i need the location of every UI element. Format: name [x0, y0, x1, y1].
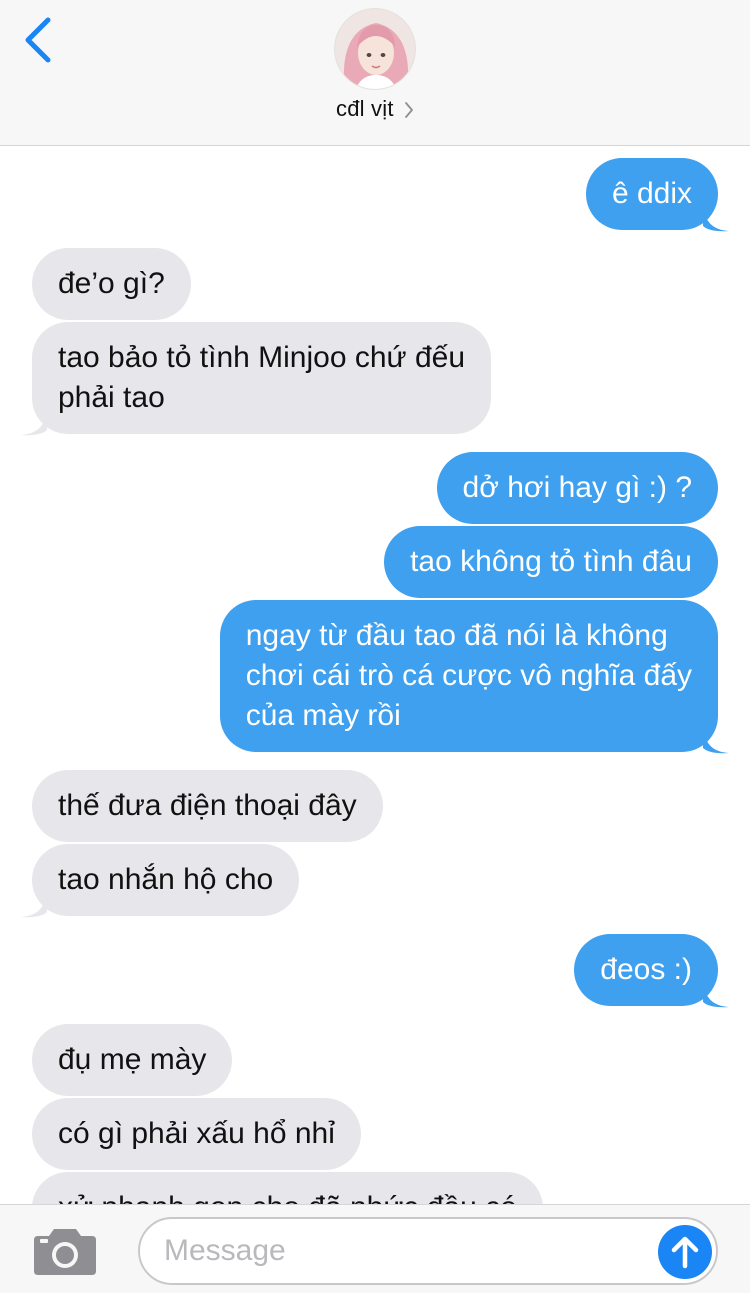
- message-bubble-outgoing[interactable]: dở hơi hay gì :) ?: [436, 452, 718, 524]
- message-bubble-outgoing[interactable]: đeos :): [574, 934, 729, 1008]
- arrow-up-icon: [671, 1236, 699, 1269]
- back-button[interactable]: [18, 14, 62, 66]
- message-field[interactable]: [138, 1217, 718, 1285]
- message-bubble-incoming[interactable]: xử nhanh gọn cho đã nhức đầu có: [32, 1172, 543, 1204]
- contact-name-button[interactable]: cđl vịt: [0, 96, 750, 122]
- bubble-tail: [21, 410, 47, 436]
- bubble-tail: [703, 206, 729, 232]
- message-thread: ê ddix đe’o gì? tao bảo tỏ tình Minjoo c…: [0, 146, 750, 1204]
- message-line: tao nhắn hộ cho: [58, 863, 274, 896]
- message-line: tao bảo tỏ tình Minjoo chứ đếu: [58, 341, 466, 374]
- compose-bar: [0, 1204, 750, 1293]
- bubble-tail: [703, 728, 729, 754]
- message-line: đeos :): [600, 953, 692, 986]
- message-line: ê ddix: [611, 177, 692, 210]
- conversation-header: cđl vịt: [0, 0, 750, 146]
- message-line: thế đưa điện thoại đây: [58, 789, 357, 822]
- message-bubble-incoming[interactable]: đe’o gì?: [32, 248, 191, 320]
- chevron-left-icon: [25, 17, 51, 63]
- camera-icon: [34, 1229, 96, 1275]
- message-bubble-outgoing[interactable]: ngay từ đầu tao đã nói là không chơi cái…: [219, 600, 729, 754]
- message-bubble-incoming[interactable]: tao nhắn hộ cho: [21, 844, 300, 918]
- message-bubble-incoming[interactable]: có gì phải xấu hổ nhỉ: [32, 1098, 361, 1170]
- message-input[interactable]: [164, 1227, 634, 1275]
- bubble-tail: [21, 892, 47, 918]
- contact-name: cđl vịt: [336, 96, 394, 121]
- message-line: ngay từ đầu tao đã nói là không: [245, 619, 668, 652]
- send-button[interactable]: [658, 1225, 712, 1279]
- contact-avatar[interactable]: [334, 8, 416, 90]
- avatar-image: [335, 9, 415, 89]
- message-line: đe’o gì?: [58, 267, 165, 300]
- chevron-right-icon: [405, 102, 413, 119]
- message-line: chơi cái trò cá cược vô nghĩa đấy: [245, 659, 692, 692]
- bubble-tail: [703, 982, 729, 1008]
- message-line: đụ mẹ mày: [58, 1043, 207, 1076]
- message-bubble-incoming[interactable]: tao bảo tỏ tình Minjoo chứ đếu phải tao: [21, 322, 492, 436]
- message-bubble-outgoing[interactable]: tao không tỏ tình đâu: [384, 526, 718, 598]
- message-line: có gì phải xấu hổ nhỉ: [58, 1117, 335, 1150]
- message-line: xử nhanh gọn cho đã nhức đầu có: [58, 1188, 517, 1204]
- message-bubble-incoming[interactable]: thế đưa điện thoại đây: [32, 770, 383, 842]
- message-line: của mày rồi: [245, 699, 401, 732]
- message-line: phải tao: [58, 381, 165, 414]
- camera-button[interactable]: [32, 1225, 98, 1277]
- message-bubble-outgoing[interactable]: ê ddix: [585, 158, 729, 232]
- message-line: tao không tỏ tình đâu: [410, 545, 692, 578]
- message-line: dở hơi hay gì :) ?: [462, 471, 692, 504]
- message-bubble-incoming[interactable]: đụ mẹ mày: [32, 1024, 233, 1096]
